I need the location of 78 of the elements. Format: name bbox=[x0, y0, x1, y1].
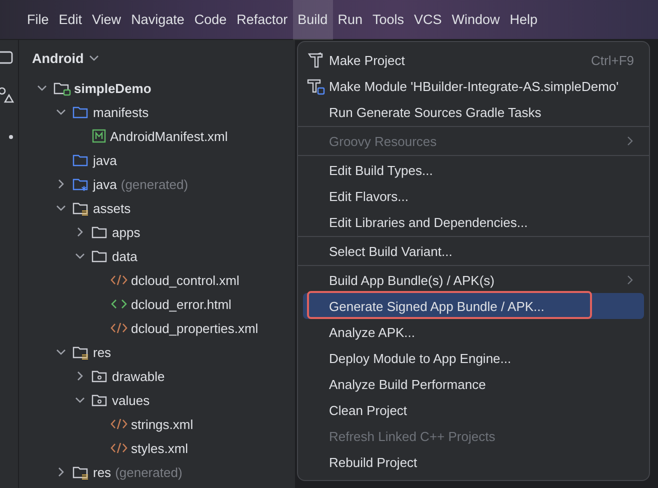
hammer-icon bbox=[307, 51, 325, 69]
menu-item[interactable]: Analyze APK... bbox=[303, 319, 644, 345]
menu-item[interactable]: Help bbox=[504, 0, 543, 40]
tree-item-label[interactable]: dcloud_properties.xml bbox=[131, 320, 258, 336]
shortcut-label: Ctrl+F9 bbox=[591, 52, 634, 68]
tree-item-label[interactable]: data bbox=[112, 248, 138, 264]
menu-item[interactable]: Select Build Variant... bbox=[303, 238, 644, 264]
chevron-down-icon[interactable] bbox=[37, 83, 47, 93]
folder-icon bbox=[72, 152, 90, 168]
module-folder-icon bbox=[53, 80, 71, 96]
chevron-down-icon[interactable] bbox=[75, 395, 85, 405]
resource-folder-icon bbox=[72, 464, 90, 480]
generated-folder-icon bbox=[72, 176, 90, 192]
resource-folder-icon bbox=[72, 200, 90, 216]
tree-item-label[interactable]: java bbox=[93, 176, 117, 192]
menu-item[interactable]: Run bbox=[332, 0, 368, 40]
menu-item[interactable]: Tools bbox=[367, 0, 409, 40]
tree-item-label[interactable]: dcloud_error.html bbox=[131, 296, 232, 312]
menu-item[interactable]: View bbox=[87, 0, 126, 40]
package-folder-icon bbox=[91, 368, 109, 384]
menu-item[interactable]: Generate Signed App Bundle / APK... bbox=[303, 293, 644, 319]
menu-item[interactable]: Build bbox=[292, 0, 333, 40]
tree-item-label[interactable]: apps bbox=[112, 224, 140, 240]
tree-item-note: (generated) bbox=[120, 176, 188, 192]
menu-item[interactable]: Deploy Module to App Engine... bbox=[303, 345, 644, 371]
menu-item[interactable]: Code bbox=[189, 0, 232, 40]
tree-item-note: (generated) bbox=[115, 464, 182, 480]
tree-item-label[interactable]: dcloud_control.xml bbox=[131, 272, 240, 288]
menu-item[interactable]: Clean Project bbox=[303, 397, 644, 423]
chevron-icon bbox=[88, 55, 99, 61]
tree-item-label[interactable]: values bbox=[112, 392, 150, 408]
chevron-down-icon[interactable] bbox=[56, 107, 66, 117]
menu-item[interactable]: Edit Build Types... bbox=[303, 157, 644, 183]
package-folder-icon bbox=[91, 392, 109, 408]
menu-item[interactable]: File bbox=[22, 0, 54, 40]
tree-item-label[interactable]: simpleDemo bbox=[74, 80, 152, 96]
chevron-right-icon[interactable] bbox=[75, 371, 85, 381]
menu-item[interactable]: Make Project Ctrl+F9 bbox=[303, 47, 644, 73]
folder-icon bbox=[72, 104, 90, 120]
manifest-file-icon bbox=[91, 128, 107, 144]
menu-item[interactable]: Edit bbox=[54, 0, 88, 40]
tree-item-label[interactable]: drawable bbox=[112, 368, 165, 384]
hammer-module-icon bbox=[307, 77, 325, 95]
menu-item[interactable]: Edit Flavors... bbox=[303, 183, 644, 209]
menu-item[interactable]: Run Generate Sources Gradle Tasks bbox=[303, 99, 644, 125]
chevron-down-icon[interactable] bbox=[56, 203, 66, 213]
tree-item-label[interactable]: AndroidManifest.xml bbox=[110, 128, 228, 144]
menu-item[interactable]: VCS bbox=[408, 0, 447, 40]
chevron-right-icon[interactable] bbox=[56, 179, 66, 189]
menu-item[interactable]: Analyze Build Performance bbox=[303, 371, 644, 397]
code-tag-icon bbox=[110, 416, 128, 432]
code-tag-icon bbox=[110, 440, 128, 456]
chevron-right-icon[interactable] bbox=[56, 467, 66, 477]
menu-item[interactable]: Navigate bbox=[126, 0, 190, 40]
menu-item[interactable]: Refactor bbox=[232, 0, 293, 40]
code-tag-icon bbox=[110, 272, 128, 288]
tree-item-label[interactable]: java bbox=[93, 152, 117, 168]
chevron-down-icon[interactable] bbox=[75, 251, 85, 261]
shapes-icon[interactable] bbox=[0, 86, 14, 104]
dot-icon[interactable] bbox=[8, 134, 14, 140]
menu-item[interactable]: Window bbox=[446, 0, 505, 40]
panel-view-selector[interactable]: Android bbox=[32, 50, 84, 66]
menu-item[interactable]: Make Module 'HBuilder-Integrate-AS.simpleDemo' bbox=[303, 73, 644, 99]
chevron-down-icon[interactable] bbox=[56, 347, 66, 357]
tree-item-label[interactable]: styles.xml bbox=[131, 440, 188, 456]
tree-item-label[interactable]: manifests bbox=[93, 104, 149, 120]
menu-item[interactable]: Edit Libraries and Dependencies... bbox=[303, 209, 644, 235]
tree-item-label[interactable]: res bbox=[93, 464, 112, 480]
chevron-right-icon[interactable] bbox=[75, 227, 85, 237]
code-tag-icon bbox=[110, 320, 128, 336]
folder-icon bbox=[91, 248, 109, 264]
tree-item-label[interactable]: res bbox=[93, 344, 112, 360]
tree-item-label[interactable]: strings.xml bbox=[131, 416, 194, 432]
menu-item[interactable]: Build App Bundle(s) / APK(s) bbox=[303, 267, 644, 293]
menu-item[interactable]: Rebuild Project bbox=[303, 449, 644, 475]
tree-item-label[interactable]: assets bbox=[93, 200, 131, 216]
folder-icon bbox=[91, 224, 109, 240]
resource-folder-icon bbox=[72, 344, 90, 360]
